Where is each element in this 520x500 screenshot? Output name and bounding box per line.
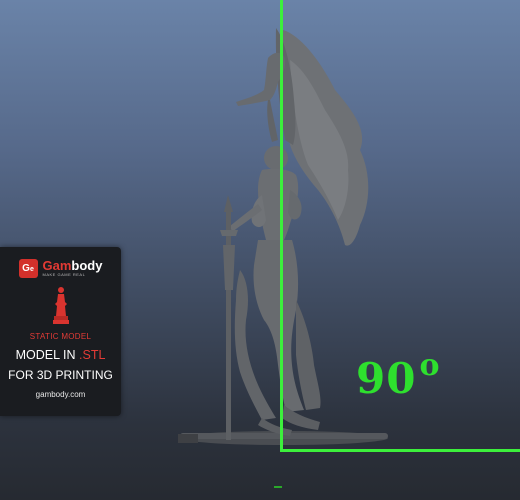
gambody-logo-icon: Ge bbox=[18, 259, 38, 278]
model-format-line: MODEL IN .STL bbox=[15, 348, 106, 362]
rotation-angle-label: 90 o bbox=[356, 348, 441, 403]
statue-icon bbox=[52, 287, 69, 324]
website-link[interactable]: gambody.com bbox=[0, 390, 121, 399]
brand-name: Gambody bbox=[42, 258, 103, 273]
gambody-promo-card[interactable]: Ge Gambody MAKE GAME REAL STATIC MODEL M… bbox=[0, 247, 121, 416]
printing-line: FOR 3D PRINTING bbox=[8, 368, 113, 382]
static-model-label: STATIC MODEL bbox=[29, 332, 92, 341]
gambody-logo: Ge Gambody MAKE GAME REAL bbox=[0, 259, 121, 278]
axis-marker bbox=[274, 486, 282, 488]
